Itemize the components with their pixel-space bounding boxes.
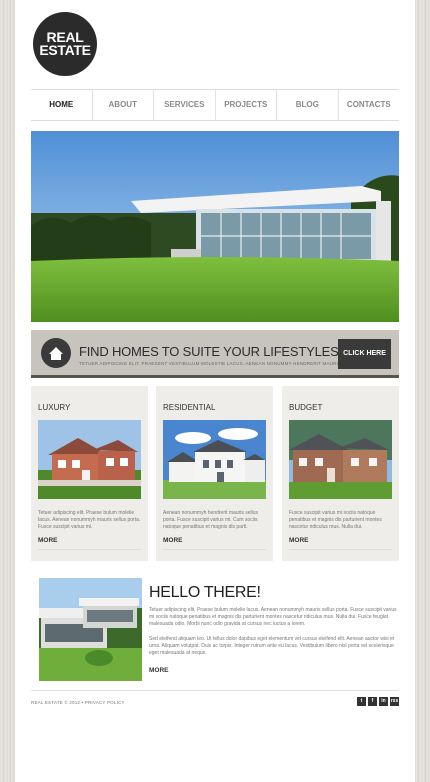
column-text: Tetuer adipiscing elit. Praese bulum mol… [38,510,141,530]
promo-banner: FIND HOMES TO SUITE YOUR LIFESTYLES! TET… [31,330,399,378]
rss-icon[interactable]: rss [390,697,399,706]
residential-house-image[interactable] [163,420,266,499]
nav-about[interactable]: ABOUT [91,90,154,120]
nav-blog[interactable]: BLOG [276,90,338,120]
column-divider [163,549,266,550]
column-heading: RESIDENTIAL [163,403,216,412]
column-text: Aenean nonummyh hendrerit mauris sellus … [163,510,259,530]
more-link[interactable]: MORE [38,537,58,544]
right-wood-border [415,0,430,782]
column-divider [38,549,141,550]
nav-home[interactable]: HOME [31,90,92,120]
banner-bottom-bar [31,375,399,378]
column-luxury: LUXURY Tetuer adipiscing elit. Praese bu… [31,386,148,561]
budget-house-image[interactable] [289,420,392,499]
hello-house-image [39,578,142,681]
left-wood-border [0,0,15,782]
more-link[interactable]: MORE [163,537,183,544]
hello-heading: HELLO THERE! [149,584,261,601]
luxury-house-image[interactable] [38,420,141,499]
column-budget: BUDGET Fusce suscipit varius mi sociis n… [282,386,399,561]
column-text: Fusce suscipit varius mi sociis natoque … [289,510,382,530]
more-link[interactable]: MORE [289,537,309,544]
site-logo[interactable]: REAL ESTATE [33,12,97,76]
column-heading: BUDGET [289,403,323,412]
page: REAL ESTATE HOME ABOUT SERVICES PROJECTS… [15,0,415,782]
banner-title: FIND HOMES TO SUITE YOUR LIFESTYLES! [79,344,342,359]
logo-line2: ESTATE [39,42,91,58]
click-here-button[interactable]: CLICK HERE [338,339,391,369]
column-residential: RESIDENTIAL Aenean nonummyh hendrerit ma… [156,386,273,561]
hero-image [31,131,399,322]
house-icon [41,338,71,368]
footer-text[interactable]: REAL ESTATE © 2012 • PRIVACY POLICY [31,700,125,705]
hello-paragraph-2: Sed eleifend aliquam leo. Ut tellus dolo… [149,636,395,656]
nav-projects[interactable]: PROJECTS [214,90,277,120]
hello-paragraph-1: Tetuer adipiscing elit. Praese bulum mol… [149,607,397,627]
column-heading: LUXURY [38,403,71,412]
main-nav: HOME ABOUT SERVICES PROJECTS BLOG CONTAC… [31,89,399,121]
footer-divider [31,690,399,691]
facebook-icon[interactable]: f [368,697,377,706]
hello-more-link[interactable]: MORE [149,667,169,674]
social-links: t f in rss [357,697,399,706]
column-divider [289,549,392,550]
linkedin-icon[interactable]: in [379,697,388,706]
nav-services[interactable]: SERVICES [153,90,215,120]
twitter-icon[interactable]: t [357,697,366,706]
feature-columns: LUXURY Tetuer adipiscing elit. Praese bu… [31,386,399,561]
nav-contacts[interactable]: CONTACTS [337,90,400,120]
